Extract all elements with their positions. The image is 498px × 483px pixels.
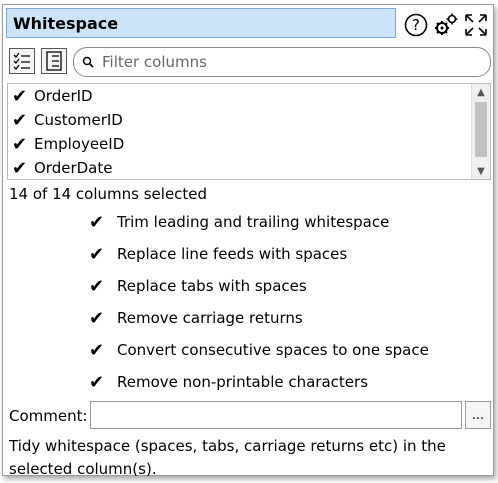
option-label: Replace tabs with spaces	[117, 277, 307, 295]
option-label: Remove non-printable characters	[117, 373, 369, 391]
checkbox-checked-icon[interactable]: ✔	[89, 212, 117, 233]
checklist-icon	[13, 52, 30, 70]
help-icon: ?	[404, 13, 428, 37]
column-name: CustomerID	[34, 111, 123, 129]
option-consecutive-spaces[interactable]: ✔ Convert consecutive spaces to one spac…	[89, 337, 429, 363]
checkbox-checked-icon[interactable]: ✔	[12, 110, 34, 131]
option-replace-line-feeds[interactable]: ✔ Replace line feeds with spaces	[89, 241, 347, 267]
column-item[interactable]: ✔ CustomerID	[8, 108, 490, 132]
expand-icon	[465, 14, 487, 36]
option-label: Trim leading and trailing whitespace	[117, 213, 390, 231]
option-trim-whitespace[interactable]: ✔ Trim leading and trailing whitespace	[89, 209, 389, 235]
gear-icon	[435, 13, 458, 35]
filter-box	[73, 47, 491, 77]
window-title-text: Whitespace	[13, 13, 119, 33]
option-label: Remove carriage returns	[117, 309, 303, 327]
column-list-scrollbar[interactable]: ▲ ▼	[471, 84, 490, 179]
checkbox-checked-icon[interactable]: ✔	[89, 340, 117, 361]
scroll-down-icon[interactable]: ▼	[472, 163, 490, 179]
checkbox-checked-icon[interactable]: ✔	[89, 276, 117, 297]
search-icon	[82, 56, 94, 68]
scroll-up-icon[interactable]: ▲	[472, 84, 490, 100]
column-item[interactable]: ✔ OrderID	[8, 84, 490, 108]
select-all-columns-button[interactable]	[9, 48, 35, 74]
list-icon	[46, 51, 62, 71]
tool-description: Tidy whitespace (spaces, tabs, carriage …	[9, 437, 446, 478]
comment-edit-button[interactable]: ...	[465, 401, 491, 429]
checkbox-checked-icon[interactable]: ✔	[89, 308, 117, 329]
expand-button[interactable]	[462, 11, 490, 39]
option-remove-non-printable[interactable]: ✔ Remove non-printable characters	[89, 369, 368, 395]
deselect-all-columns-button[interactable]	[41, 48, 67, 74]
scrollbar-thumb[interactable]	[475, 102, 487, 157]
column-name: EmployeeID	[34, 135, 125, 153]
checkbox-checked-icon[interactable]: ✔	[89, 372, 117, 393]
column-name: OrderID	[34, 87, 93, 105]
filter-columns-input[interactable]	[100, 52, 474, 72]
option-label: Replace line feeds with spaces	[117, 245, 348, 263]
column-name: OrderDate	[34, 159, 113, 177]
column-item[interactable]: ✔ EmployeeID	[8, 132, 490, 156]
comment-field[interactable]	[90, 401, 462, 429]
option-remove-carriage-returns[interactable]: ✔ Remove carriage returns	[89, 305, 303, 331]
option-replace-tabs[interactable]: ✔ Replace tabs with spaces	[89, 273, 307, 299]
tool-panel: Whitespace ? Filter columns ✔ OrderID ✔ …	[2, 4, 494, 478]
settings-button[interactable]	[432, 11, 460, 39]
window-title: Whitespace	[6, 8, 396, 38]
comment-label: Comment:	[9, 407, 88, 425]
checkbox-checked-icon[interactable]: ✔	[12, 86, 34, 107]
columns-selected-status: 14 of 14 columns selected	[9, 185, 208, 203]
checkbox-checked-icon[interactable]: ✔	[12, 158, 34, 179]
option-label: Convert consecutive spaces to one space	[117, 341, 429, 359]
svg-text:?: ?	[412, 16, 420, 34]
checkbox-checked-icon[interactable]: ✔	[12, 134, 34, 155]
checkbox-checked-icon[interactable]: ✔	[89, 244, 117, 265]
help-button[interactable]: ?	[402, 11, 430, 39]
column-item[interactable]: ✔ OrderDate	[8, 156, 490, 179]
column-list: ✔ OrderID ✔ CustomerID ✔ EmployeeID ✔ Or…	[7, 83, 491, 180]
